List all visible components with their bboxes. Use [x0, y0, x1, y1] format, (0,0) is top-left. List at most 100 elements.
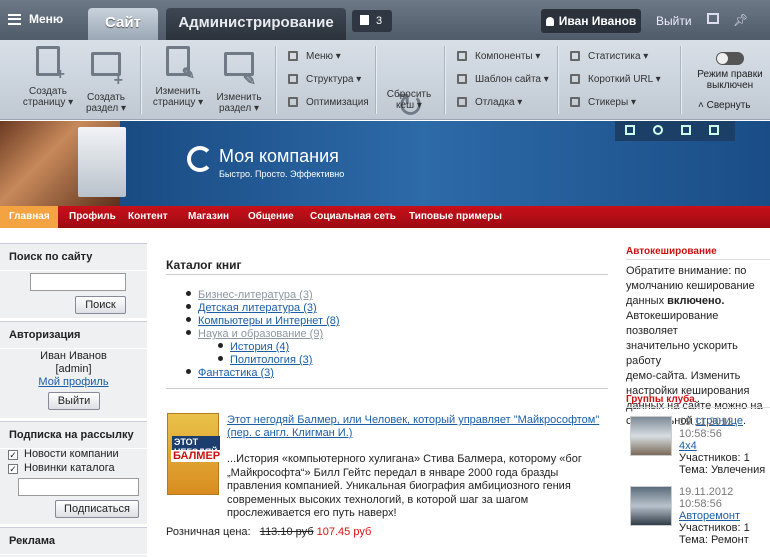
structure-label: Структура	[306, 74, 354, 85]
search-input[interactable]	[30, 273, 126, 291]
hamburger-icon	[8, 13, 21, 25]
book-title-link[interactable]: Этот негодяй Балмер, или Человек, которы…	[227, 414, 599, 426]
menu-button[interactable]: Меню	[8, 12, 63, 26]
stickers-dropdown[interactable]: Стикеры ▾	[570, 96, 636, 110]
logout-button[interactable]: Выйти	[48, 392, 100, 410]
price-row: Розничная цена: 113.10 руб 107.45 руб	[166, 526, 371, 538]
category-item[interactable]: Компьютеры и Интернет (8)	[186, 315, 340, 327]
nav-item-examples[interactable]: Типовые примеры	[409, 211, 502, 222]
pin-icon[interactable]: 📌︎	[733, 13, 748, 27]
collapse-toolbar-link[interactable]: ˄ Свернуть	[698, 100, 750, 111]
divider	[166, 388, 608, 389]
statistics-dropdown[interactable]: Статистика ▾	[570, 50, 648, 64]
page-title: Каталог книг	[166, 258, 242, 272]
menu-dropdown-label: Меню	[306, 51, 334, 62]
nav-item-content[interactable]: Контент	[128, 211, 168, 222]
group-link[interactable]: 4x4	[679, 440, 765, 452]
edit-section-button[interactable]: ✎ Изменить раздел ▾	[211, 46, 267, 114]
nav-item-social-network[interactable]: Социальная сеть	[310, 211, 396, 222]
auth-login: [admin]	[55, 363, 92, 375]
book-cover-image[interactable]: ЭТОТ НЕГОДЯЙ БАЛМЕР	[167, 413, 223, 495]
folder-edit-icon: ✎	[224, 52, 256, 89]
email-input[interactable]	[18, 478, 139, 496]
gauge-icon	[457, 97, 467, 107]
category-subitem[interactable]: Политология (3)	[218, 354, 312, 366]
statistics-label: Статистика	[588, 51, 641, 62]
create-page-label-2: страницу	[22, 97, 66, 108]
category-item[interactable]: Фантастика (3)	[186, 367, 274, 379]
book-title-link-2[interactable]: (пер. с англ. Клигман И.)	[227, 427, 352, 439]
create-page-button[interactable]: + Создать страницу ▾	[20, 46, 76, 108]
window-icon[interactable]	[707, 13, 719, 24]
folder-add-icon: +	[91, 52, 123, 89]
auth-title: Авторизация	[0, 322, 147, 349]
category-item[interactable]: Бизнес-литература (3)	[186, 289, 313, 301]
notifications-button[interactable]: 3	[352, 10, 392, 32]
short-url-label: Короткий URL	[588, 74, 653, 85]
category-subitem[interactable]: История (4)	[218, 341, 289, 353]
edit-section-label-1: Изменить	[216, 92, 262, 103]
user-icon	[545, 17, 554, 26]
profile-link[interactable]: Мой профиль	[0, 376, 147, 389]
news-checkbox[interactable]: ✓	[8, 450, 18, 460]
print-icon[interactable]	[709, 125, 719, 135]
edit-section-label-2: раздел	[218, 103, 252, 114]
optimization-link[interactable]: Оптимизация	[288, 96, 369, 110]
stickers-label: Стикеры	[588, 97, 629, 108]
company-slogan: Быстро. Просто. Эффективно	[219, 169, 345, 179]
short-url-dropdown[interactable]: Короткий URL ▾	[570, 73, 661, 87]
divider	[626, 259, 770, 260]
site-template-label: Шаблон сайта	[475, 74, 541, 85]
toolbar-divider	[375, 46, 376, 114]
admin-toolbar: + Создать страницу ▾ + Создать раздел ▾ …	[0, 40, 770, 125]
debug-dropdown[interactable]: Отладка ▾	[457, 96, 522, 110]
home-icon[interactable]	[625, 125, 635, 135]
create-section-button[interactable]: + Создать раздел ▾	[78, 46, 134, 114]
edit-page-button[interactable]: ✎ Изменить страницу ▾	[150, 46, 206, 108]
nav-item-profile[interactable]: Профиль	[69, 211, 116, 222]
search-button[interactable]: Поиск	[75, 296, 126, 314]
logout-link[interactable]: Выйти	[656, 14, 692, 28]
catalog-checkbox[interactable]: ✓	[8, 464, 18, 474]
tab-site[interactable]: Сайт	[88, 8, 158, 40]
list-icon	[288, 51, 298, 61]
menu-dropdown[interactable]: Меню ▾	[288, 50, 341, 64]
search-icon[interactable]	[653, 125, 663, 135]
components-label: Компоненты	[475, 51, 533, 62]
price-label: Розничная цена:	[166, 526, 251, 538]
category-item[interactable]: Наука и образование (9)	[186, 328, 323, 340]
optimization-label: Оптимизация	[306, 97, 369, 108]
user-button[interactable]: Иван Иванов	[541, 9, 641, 33]
site-template-dropdown[interactable]: Шаблон сайта ▾	[457, 73, 549, 87]
logo-mark-icon	[187, 146, 213, 172]
old-price: 113.10 руб	[259, 526, 314, 538]
admin-top-bar: Меню Сайт Администрирование 3 Иван Ивано…	[0, 0, 770, 40]
edit-mode-status: выключен	[706, 80, 754, 91]
sitemap-icon[interactable]	[681, 125, 691, 135]
structure-dropdown[interactable]: Структура ▾	[288, 73, 361, 87]
group-photo[interactable]	[630, 416, 672, 456]
toggle-switch-icon	[716, 52, 744, 65]
edit-mode-label: Режим правки	[697, 69, 763, 80]
tab-administration[interactable]: Администрирование	[166, 8, 346, 40]
company-name: Моя компания	[219, 146, 339, 166]
subscribe-button[interactable]: Подписаться	[55, 500, 139, 518]
nav-item-shop[interactable]: Магазин	[188, 211, 229, 222]
auth-user-name: Иван Иванов	[40, 350, 107, 362]
menu-label: Меню	[29, 12, 64, 26]
group-photo[interactable]	[630, 486, 672, 526]
toolbar-divider	[140, 46, 141, 114]
create-section-label-2: раздел	[85, 103, 119, 114]
main-navigation: Главная Профиль Контент Магазин Общение …	[0, 206, 770, 228]
nav-item-communication[interactable]: Общение	[248, 211, 294, 222]
search-title: Поиск по сайту	[0, 244, 147, 271]
group-link[interactable]: Авторемонт	[679, 510, 750, 522]
category-item[interactable]: Детская литература (3)	[186, 302, 317, 314]
nav-item-home[interactable]: Главная	[9, 211, 50, 222]
reset-cache-label: Сбросить кеш ▾	[386, 89, 432, 111]
search-box: Поиск по сайту Поиск	[0, 243, 147, 318]
user-name: Иван Иванов	[558, 14, 637, 28]
edit-mode-toggle[interactable]: Режим правки выключен	[694, 52, 766, 91]
components-dropdown[interactable]: Компоненты ▾	[457, 50, 540, 64]
link-icon	[570, 74, 580, 84]
